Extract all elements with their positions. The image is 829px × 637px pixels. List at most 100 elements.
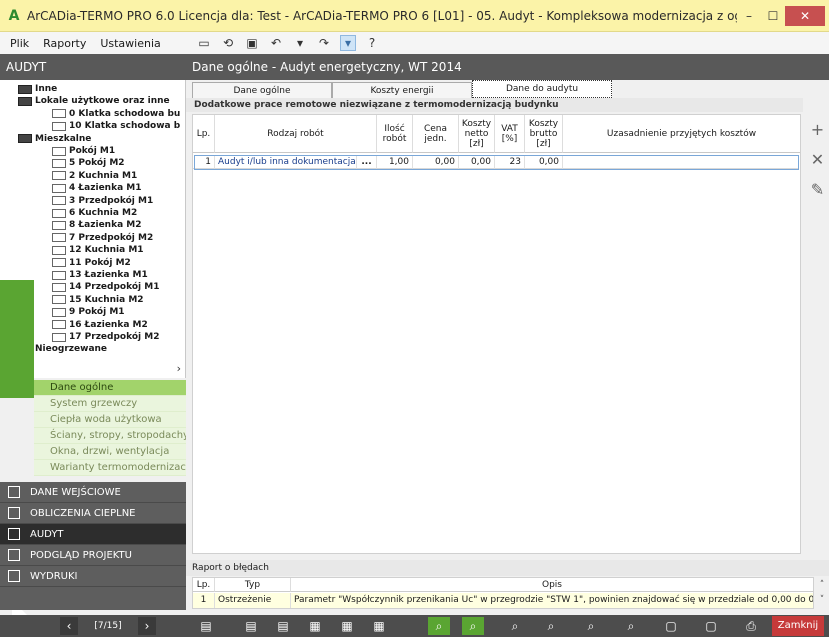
menu-raporty[interactable]: Raporty <box>43 37 86 50</box>
section-item[interactable]: Ciepła woda użytkowa <box>34 412 186 428</box>
delete-icon[interactable]: ✕ <box>806 146 829 172</box>
tree-node[interactable]: 4 Łazienka M1 <box>52 183 142 193</box>
print-icon[interactable]: ⎙ <box>740 617 762 635</box>
module-label: WYDRUKI <box>30 570 78 582</box>
tree-node-label: 11 Pokój M2 <box>69 257 131 268</box>
module-item[interactable]: PODGLĄD PROJEKTU <box>0 545 186 566</box>
section-item[interactable]: Okna, drzwi, wentylacja <box>34 444 186 460</box>
input-data-icon[interactable]: ▤ <box>195 617 217 635</box>
module-item[interactable]: AUDYT <box>0 524 186 545</box>
col-vat: VAT [%] <box>495 115 525 153</box>
col-uzasadnienie: Uzasadnienie przyjętych kosztów <box>563 115 800 153</box>
err-col-lp: Lp. <box>193 578 215 592</box>
tree-node[interactable]: Inne <box>18 84 57 94</box>
help-icon[interactable]: ? <box>364 35 380 51</box>
preview-icon[interactable]: ▢ <box>700 617 722 635</box>
input-data-icon[interactable]: ▤ <box>240 617 262 635</box>
minimize-button[interactable]: – <box>737 6 761 26</box>
tree-node[interactable]: 13 Łazienka M1 <box>52 270 148 280</box>
add-icon[interactable]: + <box>806 116 829 142</box>
input-data-icon[interactable]: ▤ <box>272 617 294 635</box>
module-item[interactable]: OBLICZENIA CIEPLNE <box>0 503 186 524</box>
section-item[interactable]: Dane ogólne <box>34 380 186 396</box>
tree-node-label: 15 Kuchnia M2 <box>69 294 144 305</box>
tab-dane-ogolne[interactable]: Dane ogólne <box>192 82 332 98</box>
maximize-button[interactable]: ☐ <box>761 6 785 26</box>
module-item[interactable]: WYDRUKI <box>0 566 186 587</box>
tree-node-label: Nieogrzewane <box>35 344 108 355</box>
tree-node[interactable]: 9 Pokój M1 <box>52 307 125 317</box>
module-label: DANE WEJŚCIOWE <box>30 486 121 498</box>
tab-bar: Dane ogólne Koszty energii Dane do audyt… <box>186 80 829 98</box>
tree-node[interactable]: 10 Klatka schodowa b <box>52 121 180 131</box>
tree-node[interactable]: 5 Pokój M2 <box>52 158 125 168</box>
error-scrollbar[interactable]: ˄ ˅ <box>816 578 828 608</box>
tree-node[interactable]: 11 Pokój M2 <box>52 258 131 268</box>
room-icon <box>52 146 66 156</box>
tree-node-label: 10 Klatka schodowa b <box>69 121 181 132</box>
module-icon <box>8 570 20 582</box>
undo-icon[interactable]: ↶ <box>268 35 284 51</box>
preview-icon[interactable]: ▢ <box>660 617 682 635</box>
tree-node[interactable]: 17 Przedpokój M2 <box>52 332 159 342</box>
tab-dane-do-audytu[interactable]: Dane do audytu <box>472 80 612 98</box>
tree-node[interactable]: 16 Łazienka M2 <box>52 320 148 330</box>
save-icon[interactable]: ▭ <box>196 35 212 51</box>
close-window-button[interactable]: ✕ <box>785 5 825 26</box>
tree-node[interactable]: 6 Kuchnia M2 <box>52 208 137 218</box>
tree-node[interactable]: Pokój M1 <box>52 146 115 156</box>
audit-icon[interactable]: ⌕ <box>428 617 450 635</box>
tree-node[interactable]: 14 Przedpokój M1 <box>52 282 159 292</box>
collapse-strip[interactable] <box>0 280 34 632</box>
refresh-icon[interactable]: ⟲ <box>220 35 236 51</box>
tree-node[interactable]: 8 Łazienka M2 <box>52 220 142 230</box>
section-item[interactable]: System grzewczy <box>34 396 186 412</box>
err-cell-lp[interactable]: 1 <box>193 593 215 608</box>
module-item[interactable]: DANE WEJŚCIOWE <box>0 482 186 503</box>
tab-koszty-energii[interactable]: Koszty energii <box>332 82 472 98</box>
tree-node[interactable]: 7 Przedpokój M2 <box>52 233 153 243</box>
next-page-button[interactable]: › <box>138 617 156 635</box>
err-cell-opis[interactable]: Parametr "Współczynnik przenikania Uc" w… <box>291 593 813 608</box>
edit-icon[interactable]: ✎ <box>806 176 829 202</box>
tree-node[interactable]: 12 Kuchnia M1 <box>52 245 144 255</box>
section-item[interactable]: Warianty termomodernizacyjne <box>34 460 186 476</box>
error-report-table: Lp. Typ Opis 1 Ostrzeżenie Parametr "Wsp… <box>192 577 814 609</box>
menu-plik[interactable]: Plik <box>10 37 29 50</box>
filter-active-icon[interactable]: ▾ <box>340 35 356 51</box>
tree-node-label: 0 Klatka schodowa bu <box>69 108 181 119</box>
tree-node[interactable]: Lokale użytkowe oraz inne <box>18 96 170 106</box>
section-subtitle: Dodatkowe prace remotowe niezwiązane z t… <box>186 98 803 112</box>
audit-icon[interactable]: ⌕ <box>580 617 602 635</box>
tree-node[interactable]: Mieszkalne <box>18 134 91 144</box>
folder-icon <box>18 134 32 144</box>
audit-icon[interactable]: ⌕ <box>540 617 562 635</box>
tree-node-label: Mieszkalne <box>35 133 92 144</box>
calc-icon[interactable]: ▦ <box>304 617 326 635</box>
room-icon <box>52 183 66 193</box>
room-icon <box>52 208 66 218</box>
err-cell-typ[interactable]: Ostrzeżenie <box>215 593 291 608</box>
tree-node[interactable]: 15 Kuchnia M2 <box>52 295 144 305</box>
calc-icon[interactable]: ▦ <box>336 617 358 635</box>
redo-icon[interactable]: ↷ <box>316 35 332 51</box>
prev-page-button[interactable]: ‹ <box>60 617 78 635</box>
err-col-opis: Opis <box>291 578 813 592</box>
room-icon <box>52 233 66 243</box>
audit-icon[interactable]: ⌕ <box>504 617 526 635</box>
audit-icon[interactable]: ⌕ <box>620 617 642 635</box>
error-report-title: Raport o błędach <box>186 560 829 576</box>
tree-node[interactable]: 2 Kuchnia M1 <box>52 171 137 181</box>
toolbar: ▭ ⟲ ▣ ↶ ▾ ↷ ▾ ? <box>196 33 380 53</box>
module-label: PODGLĄD PROJEKTU <box>30 549 132 561</box>
filter-icon[interactable]: ▾ <box>292 35 308 51</box>
close-button[interactable]: Zamknij <box>772 616 824 636</box>
preview-icon[interactable]: ▣ <box>244 35 260 51</box>
audit-icon[interactable]: ⌕ <box>462 617 484 635</box>
tree-node[interactable]: 3 Przedpokój M1 <box>52 196 153 206</box>
calc-icon[interactable]: ▦ <box>368 617 390 635</box>
menu-ustawienia[interactable]: Ustawienia <box>100 37 160 50</box>
tree-node[interactable]: 0 Klatka schodowa bu <box>52 109 180 119</box>
section-item[interactable]: Ściany, stropy, stropodachy <box>34 428 186 444</box>
tree-scroll-right-icon[interactable]: › <box>177 362 181 375</box>
